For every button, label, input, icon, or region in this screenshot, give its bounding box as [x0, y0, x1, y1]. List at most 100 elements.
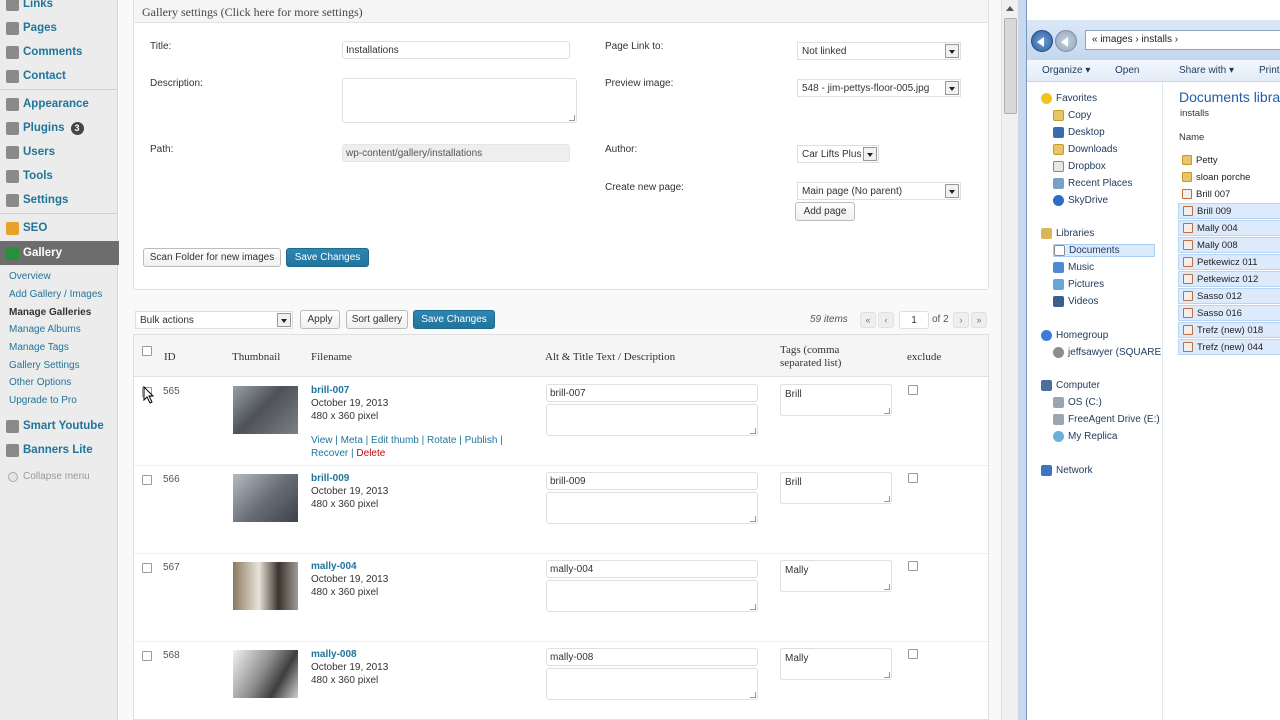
file-item[interactable]: Petkewicz 011 [1178, 254, 1280, 270]
menu-comments[interactable]: Comments [0, 40, 118, 64]
description-textarea[interactable] [546, 404, 758, 436]
meta-link[interactable]: Meta [341, 435, 363, 446]
description-textarea[interactable] [546, 668, 758, 700]
last-page-button[interactable]: » [971, 312, 987, 328]
save-changes-button[interactable]: Save Changes [413, 310, 495, 329]
description-textarea[interactable] [342, 78, 577, 123]
share-with-menu[interactable]: Share with ▾ [1179, 65, 1234, 76]
print-button[interactable]: Print [1259, 65, 1280, 76]
menu-smart-youtube[interactable]: Smart Youtube [0, 414, 118, 438]
exclude-checkbox[interactable] [908, 561, 918, 571]
submenu-add-gallery[interactable]: Add Gallery / Images [9, 289, 102, 300]
file-item[interactable]: Brill 009 [1178, 203, 1280, 219]
bulk-actions-select[interactable]: Bulk actions [135, 311, 293, 329]
exclude-checkbox[interactable] [908, 649, 918, 659]
menu-settings[interactable]: Settings [0, 188, 118, 212]
scan-folder-button[interactable]: Scan Folder for new images [143, 248, 281, 267]
menu-appearance[interactable]: Appearance [0, 92, 118, 116]
nav-music[interactable]: Music [1053, 262, 1094, 273]
author-select[interactable]: Car Lifts Plus [797, 145, 879, 163]
submenu-other-options[interactable]: Other Options [9, 377, 71, 388]
alt-text-input[interactable]: mally-008 [546, 648, 758, 666]
nav-computer[interactable]: Computer [1041, 380, 1100, 391]
open-button[interactable]: Open [1115, 65, 1139, 76]
nav-skydrive[interactable]: SkyDrive [1053, 195, 1108, 206]
file-item[interactable]: Sasso 012 [1178, 288, 1280, 304]
image-thumbnail[interactable] [233, 386, 298, 434]
description-textarea[interactable] [546, 580, 758, 612]
menu-banners-lite[interactable]: Banners Lite [0, 438, 118, 462]
path-input[interactable]: wp-content/gallery/installations [342, 144, 570, 162]
tags-textarea[interactable]: Mally [780, 560, 892, 592]
forward-icon[interactable] [1055, 30, 1077, 52]
nav-drive-e[interactable]: FreeAgent Drive (E:) [1053, 414, 1160, 425]
preview-image-select[interactable]: 548 - jim-pettys-floor-005.jpg [797, 79, 961, 97]
page-link-select[interactable]: Not linked [797, 42, 961, 60]
address-bar[interactable]: « images › installs › [1085, 30, 1280, 50]
submenu-gallery-settings[interactable]: Gallery Settings [9, 360, 80, 371]
tags-textarea[interactable]: Brill [780, 384, 892, 416]
nav-network[interactable]: Network [1041, 465, 1093, 476]
first-page-button[interactable]: « [860, 312, 876, 328]
recover-link[interactable]: Recover [311, 448, 348, 459]
tags-textarea[interactable]: Mally [780, 648, 892, 680]
image-filename-link[interactable]: mally-008 [311, 649, 357, 660]
file-item[interactable]: Trefz (new) 018 [1178, 322, 1280, 338]
alt-text-input[interactable]: brill-009 [546, 472, 758, 490]
row-checkbox[interactable] [142, 651, 152, 661]
file-item[interactable]: Petkewicz 012 [1178, 271, 1280, 287]
menu-tools[interactable]: Tools [0, 164, 118, 188]
add-page-button[interactable]: Add page [795, 202, 855, 221]
nav-desktop[interactable]: Desktop [1053, 127, 1105, 138]
prev-page-button[interactable]: ‹ [878, 312, 894, 328]
description-textarea[interactable] [546, 492, 758, 524]
select-all-checkbox[interactable] [142, 346, 152, 356]
menu-users[interactable]: Users [0, 140, 118, 164]
save-settings-button[interactable]: Save Changes [286, 248, 369, 267]
menu-plugins[interactable]: Plugins 3 [0, 116, 118, 140]
nav-pictures[interactable]: Pictures [1053, 279, 1104, 290]
menu-links[interactable]: Links [0, 0, 118, 16]
publish-link[interactable]: Publish [465, 435, 498, 446]
next-page-button[interactable]: › [953, 312, 969, 328]
submenu-manage-albums[interactable]: Manage Albums [9, 324, 81, 335]
nav-copy[interactable]: Copy [1053, 110, 1091, 121]
nav-drive-c[interactable]: OS (C:) [1053, 397, 1102, 408]
page-scrollbar[interactable] [1001, 0, 1018, 720]
submenu-overview[interactable]: Overview [9, 271, 51, 282]
file-item[interactable]: Mally 008 [1178, 237, 1280, 253]
nav-videos[interactable]: Videos [1053, 296, 1098, 307]
file-item[interactable]: Trefz (new) 044 [1178, 339, 1280, 355]
current-page-input[interactable]: 1 [899, 311, 929, 329]
row-checkbox[interactable] [142, 475, 152, 485]
submenu-manage-galleries[interactable]: Manage Galleries [9, 307, 91, 318]
rotate-link[interactable]: Rotate [427, 435, 456, 446]
submenu-upgrade-pro[interactable]: Upgrade to Pro [9, 395, 77, 406]
view-link[interactable]: View [311, 435, 333, 446]
nav-homegroup[interactable]: Homegroup [1041, 330, 1108, 341]
collapse-menu[interactable]: Collapse menu [8, 471, 90, 482]
exclude-checkbox[interactable] [908, 385, 918, 395]
nav-my-replica[interactable]: My Replica [1053, 431, 1117, 442]
tags-textarea[interactable]: Brill [780, 472, 892, 504]
image-thumbnail[interactable] [233, 474, 298, 522]
title-input[interactable]: Installations [342, 41, 570, 59]
nav-homegroup-user[interactable]: jeffsawyer (SQUARE [1053, 347, 1161, 358]
menu-seo[interactable]: SEO [0, 216, 118, 240]
file-item[interactable]: Brill 007 [1178, 186, 1280, 202]
alt-text-input[interactable]: brill-007 [546, 384, 758, 402]
image-filename-link[interactable]: brill-009 [311, 473, 349, 484]
back-icon[interactable] [1031, 30, 1053, 52]
file-item[interactable]: Petty [1178, 152, 1280, 168]
menu-gallery[interactable]: Gallery [0, 241, 130, 265]
menu-pages[interactable]: Pages [0, 16, 118, 40]
organize-menu[interactable]: Organize ▾ [1042, 65, 1090, 76]
image-thumbnail[interactable] [233, 650, 298, 698]
sort-gallery-button[interactable]: Sort gallery [346, 310, 408, 329]
nav-downloads[interactable]: Downloads [1053, 144, 1117, 155]
menu-contact[interactable]: Contact [0, 64, 118, 88]
delete-link[interactable]: Delete [356, 448, 385, 459]
nav-libraries[interactable]: Libraries [1041, 228, 1094, 239]
file-item[interactable]: Mally 004 [1178, 220, 1280, 236]
nav-dropbox[interactable]: Dropbox [1053, 161, 1106, 172]
